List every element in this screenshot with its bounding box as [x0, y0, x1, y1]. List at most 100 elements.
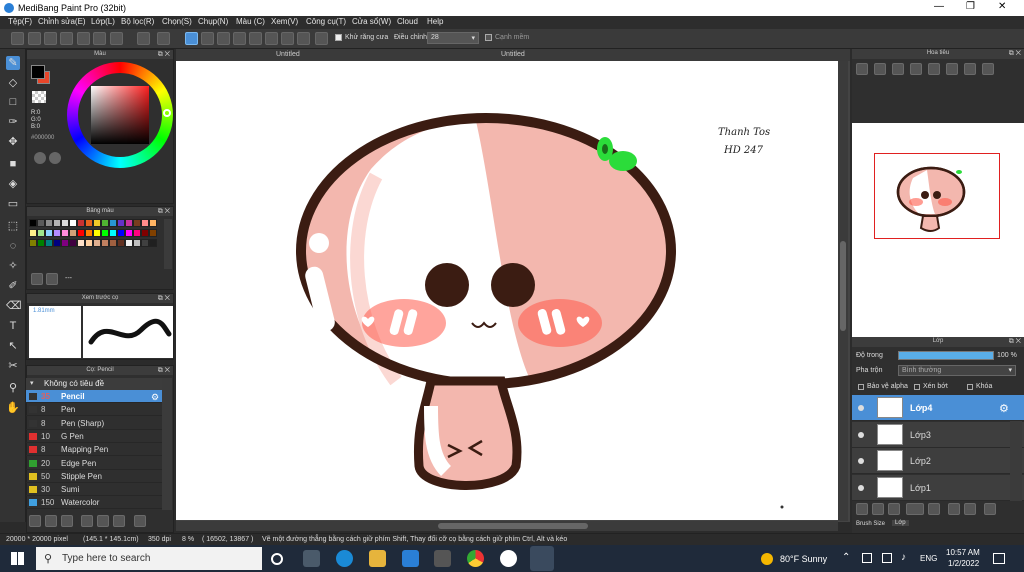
panel-close-icon[interactable]: ⧉ ✕ [158, 50, 170, 59]
menu-file[interactable]: Tệp(F) [8, 17, 32, 26]
palette-swatch[interactable] [149, 239, 157, 247]
brush-item-stipple-pen[interactable]: 50 Stipple Pen [26, 470, 162, 483]
layer-folder-icon[interactable] [928, 503, 940, 515]
palette-swatch[interactable] [125, 229, 133, 237]
brush-copy-icon[interactable] [113, 515, 125, 527]
menu-filter[interactable]: Bộ lọc(R) [121, 17, 154, 26]
delete-palette-icon[interactable] [46, 273, 58, 285]
palette-scrollbar[interactable] [164, 219, 172, 269]
menu-layer[interactable]: Lớp(L) [91, 17, 115, 26]
add-palette-icon[interactable] [31, 273, 43, 285]
layer-settings-gear-icon[interactable]: ⚙ [999, 402, 1009, 415]
merge-layer-icon[interactable] [964, 503, 976, 515]
menu-help[interactable]: Help [427, 17, 443, 26]
palette-swatch[interactable] [93, 239, 101, 247]
layer-add-menu-icon[interactable] [906, 503, 924, 515]
palette-swatch[interactable] [109, 219, 117, 227]
brush-item-sumi[interactable]: 30 Sumi [26, 483, 162, 497]
palette-swatch[interactable] [109, 229, 117, 237]
panel-close-icon[interactable]: ⧉ ✕ [158, 294, 170, 303]
lasso-tool-icon[interactable]: ◌ [6, 239, 20, 253]
task-view-icon[interactable] [303, 550, 320, 567]
palette-swatch[interactable] [61, 219, 69, 227]
color-slider-mode-icon[interactable] [49, 152, 61, 164]
magic-wand-tool-icon[interactable]: ✧ [6, 259, 20, 273]
network-icon[interactable] [862, 553, 872, 563]
operation-tool-icon[interactable]: ↖ [6, 339, 20, 353]
move-tool-icon[interactable]: ✥ [6, 135, 20, 149]
palette-swatch[interactable] [149, 229, 157, 237]
menu-tools[interactable]: Công cụ(T) [306, 17, 346, 26]
text-tool-icon[interactable]: T [6, 319, 20, 333]
palette-swatch[interactable] [29, 229, 37, 237]
flip-icon[interactable] [946, 63, 958, 75]
chat-icon[interactable] [60, 32, 73, 45]
palette-swatch[interactable] [125, 239, 133, 247]
snap-circle-icon[interactable] [265, 32, 278, 45]
fill-rect-tool-icon[interactable]: ■ [6, 157, 20, 171]
taskbar-search-box[interactable]: ⚲ Type here to search [36, 547, 262, 570]
palette-swatch[interactable] [85, 239, 93, 247]
palette-swatch[interactable] [29, 239, 37, 247]
palette-swatch[interactable] [93, 219, 101, 227]
brush-item-edge-pen[interactable]: 20 Edge Pen [26, 457, 162, 470]
palette-swatch[interactable] [53, 229, 61, 237]
medibang-taskbar-icon[interactable] [530, 546, 554, 571]
undo-icon[interactable] [137, 32, 150, 45]
brush-menu-icon[interactable] [61, 515, 73, 527]
windows-start-icon[interactable] [11, 552, 24, 565]
palette-swatch[interactable] [37, 239, 45, 247]
layer-row-1[interactable]: Lớp1 [852, 474, 1024, 501]
zoom-actual-icon[interactable] [910, 63, 922, 75]
edge-icon[interactable] [336, 550, 353, 567]
menu-capture[interactable]: Chụp(N) [198, 17, 228, 26]
select-eraser-tool-icon[interactable]: ⌫ [6, 299, 22, 313]
antialias-checkbox[interactable] [335, 34, 342, 41]
divide-tool-icon[interactable]: ✂ [6, 359, 20, 373]
adjust-select[interactable]: 28 ▾ [427, 32, 479, 44]
brush-item-pen[interactable]: 8 Pen [26, 403, 162, 417]
snap-curve-icon[interactable] [281, 32, 294, 45]
snap-parallel-icon[interactable] [201, 32, 214, 45]
monitor-icon[interactable] [77, 32, 90, 45]
bucket-tool-icon[interactable]: ◈ [6, 177, 20, 191]
panel-close-icon[interactable]: ⧉ ✕ [158, 366, 170, 375]
palette-swatch[interactable] [61, 229, 69, 237]
palette-swatch[interactable] [53, 219, 61, 227]
display-icon[interactable] [882, 553, 892, 563]
palette-swatch[interactable] [117, 239, 125, 247]
panel-close-icon[interactable]: ⧉ ✕ [1009, 49, 1021, 58]
app-icon[interactable] [500, 550, 517, 567]
gradient-tool-icon[interactable]: ▭ [6, 197, 20, 211]
select-tool-icon[interactable]: ⬚ [6, 219, 20, 233]
brush-item-pen-sharp[interactable]: 8 Pen (Sharp) [26, 417, 162, 430]
comment-icon[interactable] [44, 32, 57, 45]
palette-swatch[interactable] [77, 219, 85, 227]
hand-tool-icon[interactable]: ✋ [6, 401, 20, 415]
palette-swatch[interactable] [29, 219, 37, 227]
collapse-icon[interactable]: ▾ [30, 379, 34, 387]
rotate-right-icon[interactable] [964, 63, 976, 75]
palette-swatch[interactable] [69, 229, 77, 237]
palette-swatch[interactable] [61, 239, 69, 247]
tab-untitled-1[interactable]: Untitled [276, 51, 300, 58]
palette-swatch[interactable] [37, 219, 45, 227]
snap-settings-icon[interactable] [315, 32, 328, 45]
drawing-canvas[interactable]: Thanh Tos HD 247 [176, 61, 838, 520]
protect-alpha-checkbox[interactable] [858, 384, 864, 390]
select-pen-tool-icon[interactable]: ✐ [6, 279, 20, 293]
visibility-eye-icon[interactable] [858, 405, 864, 411]
duplicate-layer-icon[interactable] [948, 503, 960, 515]
menu-edit[interactable]: Chỉnh sửa(E) [38, 17, 86, 26]
palette-swatch[interactable] [77, 229, 85, 237]
brush-item-watercolor[interactable]: 150 Watercolor [26, 496, 162, 510]
blend-mode-select[interactable]: Bình thường ▾ [898, 365, 1016, 376]
cloud-icon[interactable] [11, 32, 24, 45]
palette-swatch[interactable] [133, 229, 141, 237]
weather-text[interactable]: 80°F Sunny [780, 554, 827, 564]
palette-swatch[interactable] [125, 219, 133, 227]
delete-layer-icon[interactable] [984, 503, 996, 515]
add-brush-icon[interactable] [29, 515, 41, 527]
new-layer-icon[interactable] [856, 503, 868, 515]
palette-swatch[interactable] [45, 219, 53, 227]
